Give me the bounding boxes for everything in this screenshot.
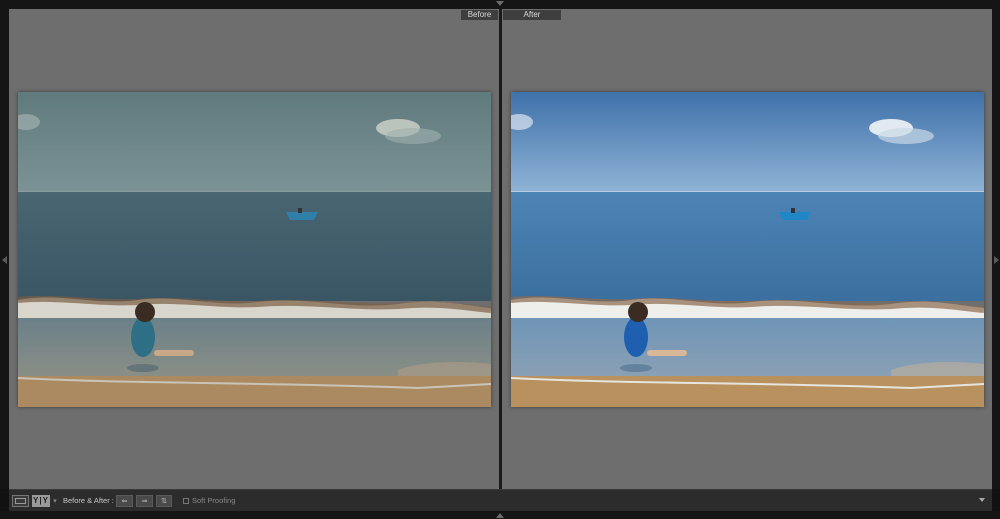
swap-before-after-icon: ⇅ bbox=[161, 498, 167, 505]
right-panel-toggle-icon[interactable] bbox=[994, 256, 999, 264]
pane-divider bbox=[499, 9, 502, 489]
left-panel-toggle-icon[interactable] bbox=[2, 256, 7, 264]
right-panel-edge bbox=[992, 9, 1000, 489]
bottom-toolbar: Y|Y ▾ Before & After : ⇐ ⇒ ⇅ Soft Proofi… bbox=[9, 489, 992, 511]
after-photo-image bbox=[511, 92, 984, 407]
top-panel-toggle-icon[interactable] bbox=[496, 1, 504, 6]
toolbar-menu-caret-icon[interactable] bbox=[979, 498, 985, 502]
before-after-label: Before & After : bbox=[63, 496, 114, 505]
soft-proofing-checkbox[interactable] bbox=[183, 498, 189, 504]
before-label: Before bbox=[461, 10, 498, 20]
copy-before-to-after-button[interactable]: ⇐ bbox=[116, 495, 133, 507]
before-photo[interactable] bbox=[18, 92, 491, 407]
bottom-panel-toggle-icon[interactable] bbox=[496, 513, 504, 518]
soft-proofing-label[interactable]: Soft Proofing bbox=[192, 495, 235, 507]
copy-before-to-after-icon: ⇐ bbox=[121, 498, 128, 505]
left-panel-edge bbox=[0, 9, 9, 489]
before-after-view-menu-icon[interactable]: ▾ bbox=[52, 496, 58, 506]
before-after-view-button[interactable]: Y|Y bbox=[32, 495, 50, 507]
copy-after-to-before-icon: ⇒ bbox=[141, 498, 148, 505]
before-photo-image bbox=[18, 92, 491, 407]
copy-after-to-before-button[interactable]: ⇒ bbox=[136, 495, 153, 507]
after-label: After bbox=[503, 10, 561, 20]
swap-before-after-button[interactable]: ⇅ bbox=[156, 495, 172, 507]
after-photo[interactable] bbox=[511, 92, 984, 407]
loupe-view-button[interactable] bbox=[12, 495, 29, 507]
loupe-view-icon bbox=[15, 498, 26, 504]
